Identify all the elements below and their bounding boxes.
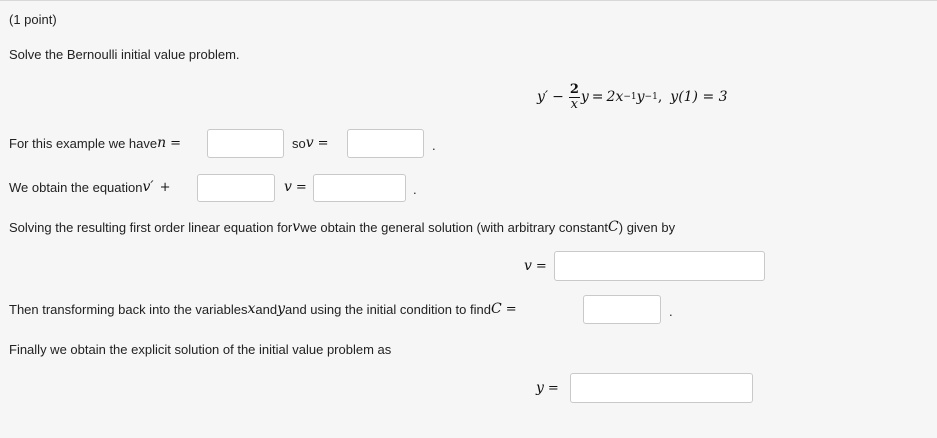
equation-line-period: .: [413, 182, 417, 197]
explicit-solution-input[interactable]: [570, 373, 753, 403]
so-text: so: [292, 135, 306, 151]
general-text-2: we obtain the general solution (with arb…: [300, 219, 609, 235]
rhs-input[interactable]: [313, 174, 406, 202]
transform-c-symbol: C: [490, 301, 502, 317]
transform-text-2: and using the initial condition to find: [285, 301, 491, 317]
equation-line-text: We obtain the equation: [9, 179, 143, 195]
problem-instruction: Solve the Bernoulli initial value proble…: [9, 47, 240, 62]
n-line-text: For this example we have: [9, 135, 158, 151]
transform-x-symbol: x: [247, 301, 256, 317]
n-line: For this example we have n =: [9, 135, 181, 151]
n-symbol: n: [157, 135, 167, 151]
transform-equals: =: [505, 301, 517, 317]
transform-text-1: Then transforming back into the variable…: [9, 301, 248, 317]
eq-fraction: 2 x: [568, 81, 580, 112]
eq-rhs-y: y: [636, 89, 645, 105]
top-divider: [0, 0, 937, 1]
eq-y: y: [580, 89, 589, 105]
general-text-1: Solving the resulting first order linear…: [9, 219, 293, 235]
v-equals: =: [317, 135, 329, 151]
y-explicit-symbol: y: [536, 380, 544, 396]
coefficient-input[interactable]: [197, 174, 275, 202]
general-v-symbol: v: [292, 219, 301, 235]
general-text-3: ) given by: [618, 219, 676, 235]
c-value-input[interactable]: [583, 295, 661, 324]
eq-frac-denominator: x: [570, 96, 579, 112]
transform-y-symbol: y: [277, 301, 285, 317]
finally-line: Finally we obtain the explicit solution …: [9, 342, 392, 357]
v-symbol: v: [305, 135, 314, 151]
eq-exp1: −1: [623, 92, 637, 102]
v-symbol-2: v: [284, 179, 292, 195]
v-substitution-input[interactable]: [347, 129, 424, 158]
eq-minus: −: [552, 89, 564, 105]
y-explicit-equals: =: [547, 380, 559, 396]
eq-exp2: −1: [644, 92, 658, 102]
plus-symbol: +: [159, 179, 171, 195]
v-general-equals: =: [535, 258, 547, 274]
vprime-symbol: v′: [142, 179, 154, 195]
general-solution-input[interactable]: [554, 251, 765, 281]
n-equals: =: [170, 135, 182, 151]
v-equals-2: =: [295, 179, 307, 195]
transform-and: and: [255, 301, 278, 317]
bernoulli-equation: y′ − 2 x y = 2x −1 y −1, y(1) = 3: [537, 80, 728, 114]
general-c-symbol: C: [608, 219, 619, 235]
transform-period: .: [669, 304, 673, 319]
eq-comma: ,: [657, 89, 663, 105]
eq-rhs: 2x: [606, 89, 624, 105]
y-explicit-label: y =: [536, 380, 559, 396]
transform-line: Then transforming back into the variable…: [9, 301, 517, 317]
eq-equals: =: [591, 89, 604, 105]
v-eq-label: v =: [284, 179, 307, 195]
general-solution-line: Solving the resulting first order linear…: [9, 219, 675, 235]
eq-initial-condition: y(1) = 3: [670, 89, 728, 105]
v-general-symbol: v: [524, 258, 532, 274]
equation-line: We obtain the equation v′ +: [9, 179, 170, 195]
v-general-label: v =: [524, 258, 547, 274]
eq-yprime: y′: [537, 89, 549, 105]
n-answer-input[interactable]: [207, 129, 284, 158]
points-label: (1 point): [9, 12, 57, 27]
eq-frac-numerator: 2: [568, 81, 580, 98]
so-v-label: so v =: [292, 135, 329, 151]
n-line-period: .: [432, 138, 436, 153]
